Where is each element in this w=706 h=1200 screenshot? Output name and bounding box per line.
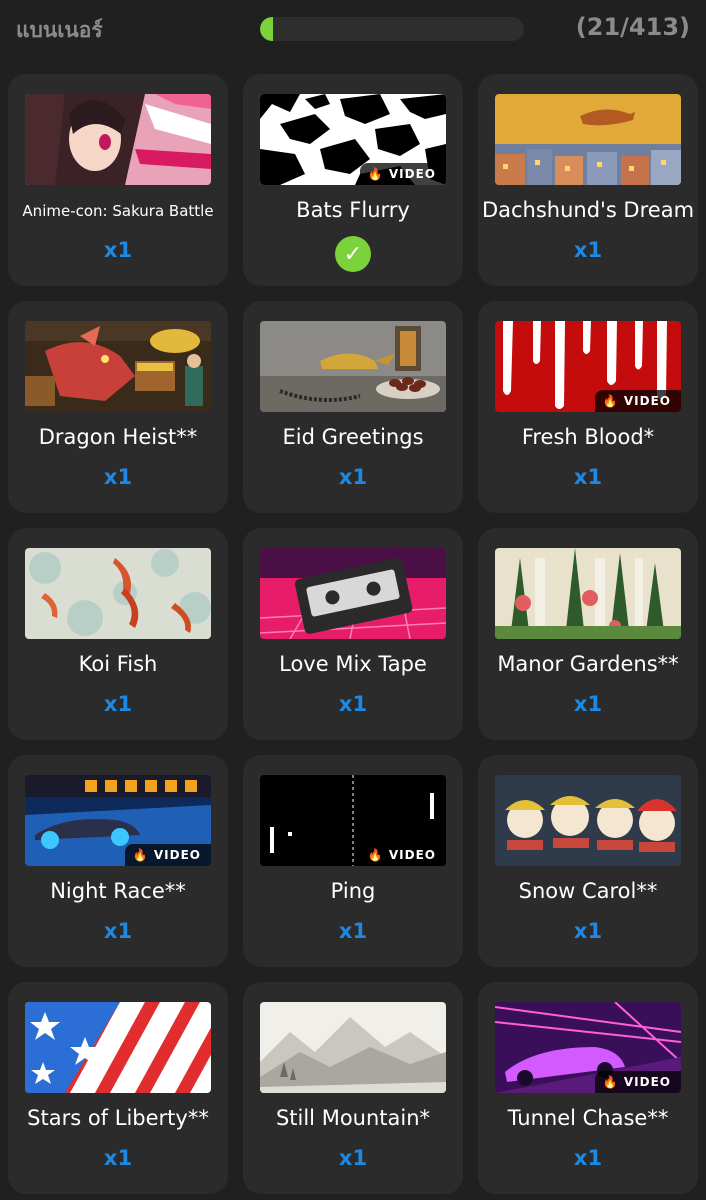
banner-thumbnail: 🔥 VIDEO [25, 775, 211, 866]
collection-counter: (21/413) [575, 13, 690, 41]
banner-thumbnail: 🔥 VIDEO [495, 321, 681, 412]
banner-thumbnail [25, 1002, 211, 1093]
flame-icon: 🔥 [602, 394, 619, 408]
banner-card[interactable]: 🔥 VIDEO Bats Flurry ✓ [243, 74, 463, 286]
video-badge: 🔥 VIDEO [359, 844, 446, 866]
banner-thumbnail [495, 775, 681, 866]
flame-icon: 🔥 [132, 848, 149, 862]
flame-icon: 🔥 [367, 167, 384, 181]
banner-thumbnail [495, 548, 681, 639]
banner-quantity: x1 [103, 919, 133, 943]
banner-name: Tunnel Chase** [507, 1106, 669, 1130]
banner-card[interactable]: Eid Greetings x1 [243, 301, 463, 513]
banner-grid: Anime-con: Sakura Battle x1 🔥 VIDEO Bats… [8, 74, 698, 1194]
banner-name: Dragon Heist** [38, 425, 198, 449]
banner-card[interactable]: Dachshund's Dream x1 [478, 74, 698, 286]
banner-card[interactable]: Stars of Liberty** x1 [8, 982, 228, 1194]
koi-thumbnail-art [25, 548, 211, 639]
banner-thumbnail: 🔥 VIDEO [260, 775, 446, 866]
banner-card[interactable]: Snow Carol** x1 [478, 755, 698, 967]
banner-name: Koi Fish [78, 652, 158, 676]
header-bar: แบนเนอร์ (21/413) [0, 0, 706, 60]
banner-quantity: x1 [338, 465, 368, 489]
page-title: แบนเนอร์ [16, 18, 103, 42]
video-badge: 🔥 VIDEO [359, 163, 446, 185]
banner-quantity: x1 [103, 238, 133, 262]
banner-quantity: x1 [103, 1146, 133, 1170]
banner-card[interactable]: Still Mountain* x1 [243, 982, 463, 1194]
dachshund-thumbnail-art [495, 94, 681, 185]
banner-thumbnail [25, 321, 211, 412]
banner-thumbnail: 🔥 VIDEO [495, 1002, 681, 1093]
banner-card[interactable]: Koi Fish x1 [8, 528, 228, 740]
banner-name: Fresh Blood* [521, 425, 655, 449]
banner-thumbnail: 🔥 VIDEO [260, 94, 446, 185]
banner-thumbnail [25, 94, 211, 185]
banner-name: Anime-con: Sakura Battle [22, 202, 214, 220]
banner-thumbnail [260, 321, 446, 412]
banner-quantity: x1 [573, 692, 603, 716]
snow-thumbnail-art [495, 775, 681, 866]
banner-card[interactable]: 🔥 VIDEO Fresh Blood* x1 [478, 301, 698, 513]
mixtape-thumbnail-art [260, 548, 446, 639]
banner-name: Stars of Liberty** [27, 1106, 209, 1130]
banner-card[interactable]: Dragon Heist** x1 [8, 301, 228, 513]
banner-quantity: x1 [103, 465, 133, 489]
banner-card[interactable]: Manor Gardens** x1 [478, 528, 698, 740]
banner-name: Night Race** [50, 879, 186, 903]
banner-name: Ping [330, 879, 376, 903]
banner-thumbnail [260, 1002, 446, 1093]
banner-name: Love Mix Tape [279, 652, 427, 676]
banner-quantity: x1 [573, 465, 603, 489]
banner-quantity: x1 [338, 919, 368, 943]
banner-thumbnail [25, 548, 211, 639]
collection-progress-bar [260, 17, 524, 41]
banner-quantity: x1 [338, 692, 368, 716]
dragon-thumbnail-art [25, 321, 211, 412]
banner-name: Still Mountain* [275, 1106, 431, 1130]
progress-fill [260, 17, 273, 41]
banner-thumbnail [495, 94, 681, 185]
banner-card[interactable]: Anime-con: Sakura Battle x1 [8, 74, 228, 286]
banner-card[interactable]: 🔥 VIDEO Tunnel Chase** x1 [478, 982, 698, 1194]
anime-thumbnail-art [25, 94, 211, 185]
mountain-thumbnail-art [260, 1002, 446, 1093]
video-badge: 🔥 VIDEO [594, 1071, 681, 1093]
banner-thumbnail [260, 548, 446, 639]
liberty-thumbnail-art [25, 1002, 211, 1093]
banner-card[interactable]: 🔥 VIDEO Ping x1 [243, 755, 463, 967]
banner-quantity: x1 [573, 1146, 603, 1170]
owned-check-icon: ✓ [335, 236, 371, 272]
video-badge: 🔥 VIDEO [124, 844, 211, 866]
flame-icon: 🔥 [367, 848, 384, 862]
banner-quantity: x1 [103, 692, 133, 716]
banner-quantity: x1 [573, 238, 603, 262]
eid-thumbnail-art [260, 321, 446, 412]
garden-thumbnail-art [495, 548, 681, 639]
banner-name: Snow Carol** [518, 879, 658, 903]
banner-card[interactable]: Love Mix Tape x1 [243, 528, 463, 740]
video-badge: 🔥 VIDEO [594, 390, 681, 412]
banner-quantity: x1 [573, 919, 603, 943]
flame-icon: 🔥 [602, 1075, 619, 1089]
banner-name: Bats Flurry [296, 198, 410, 222]
banner-card[interactable]: 🔥 VIDEO Night Race** x1 [8, 755, 228, 967]
banner-name: Dachshund's Dream [481, 198, 695, 222]
banner-name: Manor Gardens** [497, 652, 679, 676]
banner-name: Eid Greetings [282, 425, 424, 449]
banner-quantity: x1 [338, 1146, 368, 1170]
